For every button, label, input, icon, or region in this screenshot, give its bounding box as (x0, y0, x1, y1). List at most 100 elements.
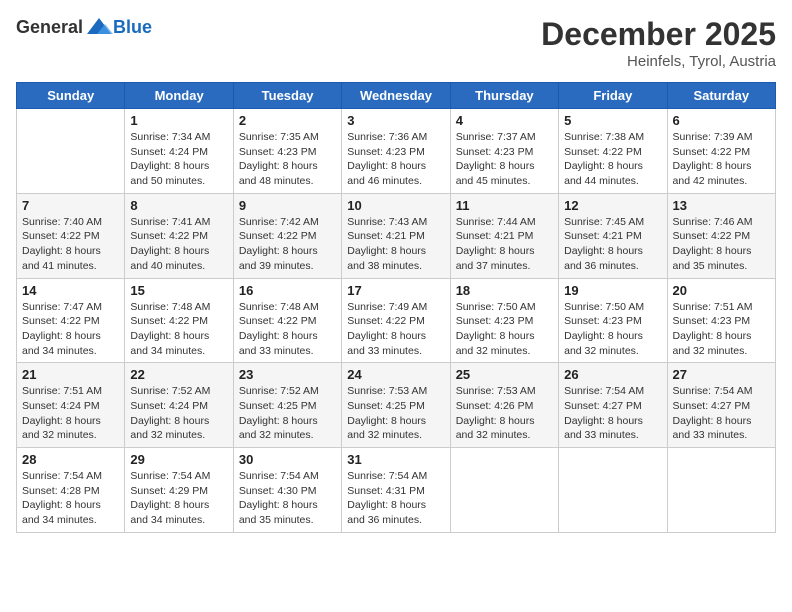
day-number: 18 (456, 283, 553, 298)
day-info: Sunrise: 7:40 AMSunset: 4:22 PMDaylight:… (22, 215, 119, 274)
day-number: 11 (456, 198, 553, 213)
day-number: 19 (564, 283, 661, 298)
day-info: Sunrise: 7:54 AMSunset: 4:27 PMDaylight:… (564, 384, 661, 443)
calendar-week-row: 21 Sunrise: 7:51 AMSunset: 4:24 PMDayligh… (17, 363, 776, 448)
day-info: Sunrise: 7:54 AMSunset: 4:27 PMDaylight:… (673, 384, 770, 443)
calendar-week-row: 7 Sunrise: 7:40 AMSunset: 4:22 PMDaylight… (17, 193, 776, 278)
calendar-cell: 2Sunrise: 7:35 AMSunset: 4:23 PMDaylight… (233, 109, 341, 194)
logo-blue: Blue (113, 17, 152, 38)
weekday-header-tuesday: Tuesday (233, 83, 341, 109)
weekday-header-monday: Monday (125, 83, 233, 109)
day-number: 27 (673, 367, 770, 382)
day-info: Sunrise: 7:49 AMSunset: 4:22 PMDaylight:… (347, 300, 444, 359)
day-number: 31 (347, 452, 444, 467)
logo-general: General (16, 17, 83, 38)
weekday-header-friday: Friday (559, 83, 667, 109)
day-info: Sunrise: 7:53 AMSunset: 4:26 PMDaylight:… (456, 384, 553, 443)
calendar-cell: 9 Sunrise: 7:42 AMSunset: 4:22 PMDaylight… (233, 193, 341, 278)
calendar-cell: 13 Sunrise: 7:46 AMSunset: 4:22 PMDayligh… (667, 193, 775, 278)
weekday-header-thursday: Thursday (450, 83, 558, 109)
calendar-cell: 18Sunrise: 7:50 AMSunset: 4:23 PMDayligh… (450, 278, 558, 363)
calendar-cell (667, 448, 775, 533)
day-number: 17 (347, 283, 444, 298)
day-info: Sunrise: 7:41 AMSunset: 4:22 PMDaylight:… (130, 215, 227, 274)
calendar-cell: 7 Sunrise: 7:40 AMSunset: 4:22 PMDaylight… (17, 193, 125, 278)
day-info: Sunrise: 7:52 AMSunset: 4:24 PMDaylight:… (130, 384, 227, 443)
day-number: 30 (239, 452, 336, 467)
day-info: Sunrise: 7:44 AMSunset: 4:21 PMDaylight:… (456, 215, 553, 274)
day-info: Sunrise: 7:38 AMSunset: 4:22 PMDaylight:… (564, 130, 661, 189)
calendar-cell: 5 Sunrise: 7:38 AMSunset: 4:22 PMDaylight… (559, 109, 667, 194)
day-number: 8 (130, 198, 227, 213)
day-info: Sunrise: 7:47 AMSunset: 4:22 PMDaylight:… (22, 300, 119, 359)
calendar-cell: 22 Sunrise: 7:52 AMSunset: 4:24 PMDayligh… (125, 363, 233, 448)
calendar-cell (17, 109, 125, 194)
day-number: 7 (22, 198, 119, 213)
day-number: 13 (673, 198, 770, 213)
calendar-cell: 8 Sunrise: 7:41 AMSunset: 4:22 PMDaylight… (125, 193, 233, 278)
calendar-cell: 3Sunrise: 7:36 AMSunset: 4:23 PMDaylight… (342, 109, 450, 194)
day-number: 29 (130, 452, 227, 467)
calendar-week-row: 1 Sunrise: 7:34 AMSunset: 4:24 PMDaylight… (17, 109, 776, 194)
calendar-cell: 19 Sunrise: 7:50 AMSunset: 4:23 PMDayligh… (559, 278, 667, 363)
day-info: Sunrise: 7:39 AMSunset: 4:22 PMDaylight:… (673, 130, 770, 189)
calendar-cell: 25 Sunrise: 7:53 AMSunset: 4:26 PMDayligh… (450, 363, 558, 448)
day-number: 28 (22, 452, 119, 467)
calendar-cell: 21 Sunrise: 7:51 AMSunset: 4:24 PMDayligh… (17, 363, 125, 448)
month-title: December 2025 (541, 16, 776, 53)
day-info: Sunrise: 7:51 AMSunset: 4:23 PMDaylight:… (673, 300, 770, 359)
day-number: 20 (673, 283, 770, 298)
day-number: 3 (347, 113, 444, 128)
day-info: Sunrise: 7:34 AMSunset: 4:24 PMDaylight:… (130, 130, 227, 189)
day-info: Sunrise: 7:52 AMSunset: 4:25 PMDaylight:… (239, 384, 336, 443)
day-number: 21 (22, 367, 119, 382)
day-info: Sunrise: 7:54 AMSunset: 4:29 PMDaylight:… (130, 469, 227, 528)
logo: General Blue (16, 16, 152, 38)
day-number: 15 (130, 283, 227, 298)
weekday-header-row: SundayMondayTuesdayWednesdayThursdayFrid… (17, 83, 776, 109)
day-info: Sunrise: 7:50 AMSunset: 4:23 PMDaylight:… (564, 300, 661, 359)
day-number: 5 (564, 113, 661, 128)
day-number: 26 (564, 367, 661, 382)
calendar-cell: 6 Sunrise: 7:39 AMSunset: 4:22 PMDaylight… (667, 109, 775, 194)
day-number: 24 (347, 367, 444, 382)
calendar-cell: 1 Sunrise: 7:34 AMSunset: 4:24 PMDaylight… (125, 109, 233, 194)
calendar-cell: 24 Sunrise: 7:53 AMSunset: 4:25 PMDayligh… (342, 363, 450, 448)
logo-icon (85, 16, 113, 38)
calendar-week-row: 28Sunrise: 7:54 AMSunset: 4:28 PMDayligh… (17, 448, 776, 533)
day-info: Sunrise: 7:35 AMSunset: 4:23 PMDaylight:… (239, 130, 336, 189)
day-number: 4 (456, 113, 553, 128)
day-number: 10 (347, 198, 444, 213)
calendar-cell: 31 Sunrise: 7:54 AMSunset: 4:31 PMDayligh… (342, 448, 450, 533)
day-info: Sunrise: 7:42 AMSunset: 4:22 PMDaylight:… (239, 215, 336, 274)
day-info: Sunrise: 7:46 AMSunset: 4:22 PMDaylight:… (673, 215, 770, 274)
day-number: 14 (22, 283, 119, 298)
calendar-cell: 4 Sunrise: 7:37 AMSunset: 4:23 PMDaylight… (450, 109, 558, 194)
calendar-cell: 29 Sunrise: 7:54 AMSunset: 4:29 PMDayligh… (125, 448, 233, 533)
day-number: 1 (130, 113, 227, 128)
day-info: Sunrise: 7:43 AMSunset: 4:21 PMDaylight:… (347, 215, 444, 274)
weekday-header-wednesday: Wednesday (342, 83, 450, 109)
day-number: 25 (456, 367, 553, 382)
calendar-cell: 23 Sunrise: 7:52 AMSunset: 4:25 PMDayligh… (233, 363, 341, 448)
page-header: General Blue December 2025 Heinfels, Tyr… (16, 16, 776, 70)
day-info: Sunrise: 7:53 AMSunset: 4:25 PMDaylight:… (347, 384, 444, 443)
calendar-cell: 30Sunrise: 7:54 AMSunset: 4:30 PMDayligh… (233, 448, 341, 533)
day-number: 12 (564, 198, 661, 213)
location-title: Heinfels, Tyrol, Austria (541, 53, 776, 70)
day-info: Sunrise: 7:45 AMSunset: 4:21 PMDaylight:… (564, 215, 661, 274)
title-section: December 2025 Heinfels, Tyrol, Austria (541, 16, 776, 70)
day-number: 23 (239, 367, 336, 382)
day-number: 22 (130, 367, 227, 382)
day-info: Sunrise: 7:54 AMSunset: 4:31 PMDaylight:… (347, 469, 444, 528)
day-info: Sunrise: 7:48 AMSunset: 4:22 PMDaylight:… (130, 300, 227, 359)
weekday-header-sunday: Sunday (17, 83, 125, 109)
calendar-cell: 28Sunrise: 7:54 AMSunset: 4:28 PMDayligh… (17, 448, 125, 533)
day-number: 9 (239, 198, 336, 213)
calendar-cell: 20 Sunrise: 7:51 AMSunset: 4:23 PMDayligh… (667, 278, 775, 363)
calendar-table: SundayMondayTuesdayWednesdayThursdayFrid… (16, 82, 776, 533)
calendar-cell: 26 Sunrise: 7:54 AMSunset: 4:27 PMDayligh… (559, 363, 667, 448)
day-number: 6 (673, 113, 770, 128)
day-info: Sunrise: 7:51 AMSunset: 4:24 PMDaylight:… (22, 384, 119, 443)
day-info: Sunrise: 7:37 AMSunset: 4:23 PMDaylight:… (456, 130, 553, 189)
